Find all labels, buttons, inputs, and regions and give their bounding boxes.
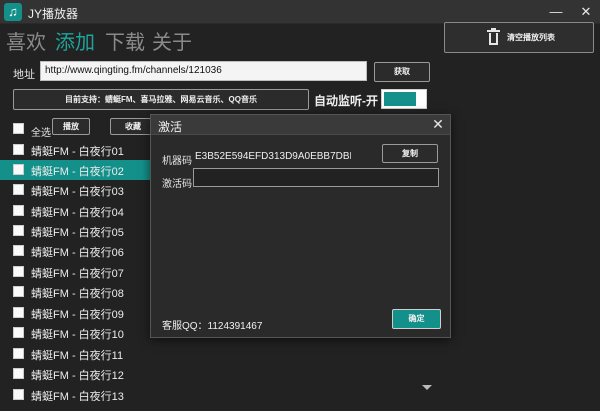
list-item[interactable]: 蜻蜓FM - 白夜行02 xyxy=(0,160,156,180)
list-item[interactable]: 蜻蜓FM - 白夜行06 xyxy=(0,241,156,261)
address-label: 地址 xyxy=(13,69,35,81)
track-checkbox[interactable] xyxy=(13,164,24,175)
support-qq-text: 客服QQ：1124391467 xyxy=(162,321,263,332)
clear-playlist-button[interactable]: 清空播放列表 xyxy=(444,22,594,53)
track-checkbox[interactable] xyxy=(13,225,24,236)
track-checkbox[interactable] xyxy=(13,184,24,195)
track-label: 蜻蜓FM - 白夜行12 xyxy=(31,370,124,382)
address-input[interactable]: http://www.qingting.fm/channels/121036 xyxy=(40,61,367,81)
list-item[interactable]: 蜻蜓FM - 白夜行05 xyxy=(0,221,156,241)
music-note-icon: ♫ xyxy=(4,3,22,21)
play-button[interactable]: 播放 xyxy=(52,118,90,135)
list-item[interactable]: 蜻蜓FM - 白夜行08 xyxy=(0,282,156,302)
list-item[interactable]: 蜻蜓FM - 白夜行04 xyxy=(0,201,156,221)
track-checkbox[interactable] xyxy=(13,286,24,297)
confirm-button[interactable]: 确定 xyxy=(392,309,441,329)
clear-playlist-label: 清空播放列表 xyxy=(507,33,555,42)
list-item[interactable]: 蜻蜓FM - 白夜行07 xyxy=(0,262,156,282)
supported-sources-button[interactable]: 目前支持：蜻蜓FM、喜马拉雅、网易云音乐、QQ音乐 xyxy=(13,89,309,110)
window-title: JY播放器 xyxy=(28,7,79,21)
track-checkbox[interactable] xyxy=(13,389,24,400)
select-all-checkbox[interactable] xyxy=(13,123,24,134)
activation-code-input[interactable] xyxy=(193,168,439,187)
track-checkbox[interactable] xyxy=(13,245,24,256)
track-label: 蜻蜓FM - 白夜行11 xyxy=(31,350,124,362)
close-icon[interactable]: ✕ xyxy=(430,116,446,133)
track-label: 蜻蜓FM - 白夜行06 xyxy=(31,247,124,259)
track-label: 蜻蜓FM - 白夜行07 xyxy=(31,268,124,280)
machine-code-label: 机器码 xyxy=(162,156,192,167)
activation-dialog: 激活 ✕ 机器码 E3B52E594EFD313D9A0EBB7DBF0C682… xyxy=(150,114,451,338)
scroll-down-arrow-icon[interactable] xyxy=(422,385,432,390)
track-label: 蜻蜓FM - 白夜行05 xyxy=(31,227,124,239)
fetch-button[interactable]: 获取 xyxy=(374,62,430,82)
list-item[interactable]: 蜻蜓FM - 白夜行01 xyxy=(0,140,156,160)
list-item[interactable]: 蜻蜓FM - 白夜行13 xyxy=(0,385,156,401)
track-label: 蜻蜓FM - 白夜行03 xyxy=(31,186,124,198)
trash-icon xyxy=(487,28,500,46)
machine-code-value: E3B52E594EFD313D9A0EBB7DBF0C6825D xyxy=(195,151,351,162)
list-item[interactable]: 蜻蜓FM - 白夜行03 xyxy=(0,180,156,200)
track-label: 蜻蜓FM - 白夜行04 xyxy=(31,207,124,219)
track-label: 蜻蜓FM - 白夜行13 xyxy=(31,391,124,401)
track-label: 蜻蜓FM - 白夜行02 xyxy=(31,166,124,178)
track-checkbox[interactable] xyxy=(13,266,24,277)
list-item[interactable]: 蜻蜓FM - 白夜行09 xyxy=(0,303,156,323)
list-item[interactable]: 蜻蜓FM - 白夜行10 xyxy=(0,323,156,343)
list-item[interactable]: 蜻蜓FM - 白夜行12 xyxy=(0,364,156,384)
list-item[interactable]: 蜻蜓FM - 白夜行11 xyxy=(0,344,156,364)
select-all-label: 全选 xyxy=(31,128,51,139)
track-checkbox[interactable] xyxy=(13,327,24,338)
track-checkbox[interactable] xyxy=(13,205,24,216)
auto-monitor-toggle[interactable] xyxy=(381,89,427,109)
track-label: 蜻蜓FM - 白夜行09 xyxy=(31,309,124,321)
close-window-button[interactable]: ✕ xyxy=(572,0,600,24)
tab-like[interactable]: 喜欢 xyxy=(6,26,46,55)
track-checkbox[interactable] xyxy=(13,368,24,379)
toggle-fill xyxy=(384,92,416,106)
tab-download[interactable]: 下载 xyxy=(105,26,145,55)
track-label: 蜻蜓FM - 白夜行01 xyxy=(31,146,124,158)
copy-button[interactable]: 复制 xyxy=(382,144,438,163)
track-label: 蜻蜓FM - 白夜行10 xyxy=(31,329,124,341)
activation-code-label: 激活码 xyxy=(162,179,192,190)
dialog-title: 激活 xyxy=(158,120,183,134)
track-checkbox[interactable] xyxy=(13,307,24,318)
dialog-header: 激活 ✕ xyxy=(151,115,450,135)
tab-about[interactable]: 关于 xyxy=(152,26,192,55)
track-label: 蜻蜓FM - 白夜行08 xyxy=(31,288,124,300)
track-checkbox[interactable] xyxy=(13,144,24,155)
title-bar: ♫ JY播放器 — ✕ xyxy=(0,0,600,24)
tab-add[interactable]: 添加 xyxy=(55,26,95,55)
track-checkbox[interactable] xyxy=(13,348,24,359)
minimize-button[interactable]: — xyxy=(542,0,570,24)
auto-monitor-label: 自动监听-开 xyxy=(314,94,378,108)
